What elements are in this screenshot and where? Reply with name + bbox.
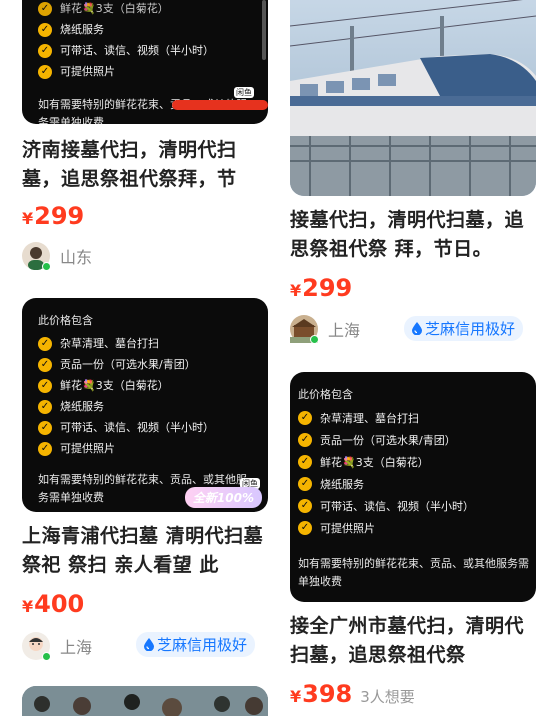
check-icon: ✓ [38, 357, 52, 372]
check-icon: ✓ [38, 1, 52, 16]
train-photo-graphic [290, 0, 536, 196]
listing-title[interactable]: 接墓代扫，清明代扫墓，追思祭祖代祭 拜，节日。 [290, 206, 536, 264]
avatar [290, 315, 319, 344]
sesame-credit-icon [412, 322, 422, 335]
avatar [22, 242, 51, 271]
check-icon: ✓ [298, 499, 312, 513]
check-icon: ✓ [38, 399, 52, 414]
listing-price: ¥ 400 [22, 590, 85, 618]
included-item: ✓ 鲜花💐3支（白菊花） [38, 0, 256, 19]
seller-info[interactable]: 上海 [22, 632, 93, 661]
red-scribble [172, 100, 268, 110]
seller-location: 上海 [328, 321, 361, 340]
listing-price: ¥ 299 [290, 274, 353, 302]
online-dot [310, 335, 319, 344]
service-note: 如有需要特别的鲜花花束、贡品、或其他服务需单独收费 [298, 557, 529, 588]
included-item: ✓ 可提供照片 [38, 61, 256, 82]
check-icon: ✓ [298, 477, 312, 491]
included-item: ✓ 贡品一份（可选水果/青团） [298, 429, 534, 451]
avatar [22, 632, 51, 661]
check-icon: ✓ [38, 441, 52, 456]
credit-badge: 芝麻信用极好 [404, 316, 524, 341]
listing-title[interactable]: 济南接墓代扫，清明代扫墓，追思祭祖代祭拜，节 [22, 136, 262, 194]
check-icon: ✓ [298, 521, 312, 535]
scroll-bar [262, 0, 266, 60]
seller-info[interactable]: 山东 [22, 242, 93, 271]
product-image[interactable]: ✓ 鲜花💐3支（白菊花） ✓ 烧纸服务 ✓ 可带话、读信、视频（半小时） ✓ 可提供照片… [22, 0, 268, 124]
included-item: ✓ 鲜花💐3支（白菊花） [38, 375, 256, 396]
included-item: ✓ 杂草清理、墓台打扫 [298, 407, 534, 429]
seller-location: 山东 [60, 248, 93, 267]
included-item: ✓ 可带话、读信、视频（半小时） [38, 40, 256, 61]
check-icon: ✓ [298, 433, 312, 447]
product-image[interactable] [22, 686, 268, 716]
listing-price: ¥ 299 [22, 202, 85, 230]
included-item: ✓ 杂草清理、墓台打扫 [38, 333, 256, 354]
included-item: ✓ 可提供照片 [38, 438, 256, 459]
product-image[interactable]: 此价格包含 ✓ 杂草清理、墓台打扫 ✓ 贡品一份（可选水果/青团） ✓ 鲜花💐3支（白… [290, 372, 536, 602]
online-dot [42, 652, 51, 661]
credit-badge: 芝麻信用极好 [136, 632, 256, 657]
check-icon: ✓ [38, 336, 52, 351]
included-item: ✓ 贡品一份（可选水果/青团） [38, 354, 256, 375]
listing-title[interactable]: 上海青浦代扫墓 清明代扫墓 祭祀 祭扫 亲人看望 此 [22, 522, 266, 580]
check-icon: ✓ [38, 64, 52, 79]
check-icon: ✓ [38, 22, 52, 37]
included-item: ✓ 烧纸服务 [298, 473, 534, 495]
product-image[interactable]: 此价格包含 ✓ 杂草清理、墓台打扫 ✓ 贡品一份（可选水果/青团） ✓ 鲜花💐3支（白… [22, 298, 268, 512]
included-item: ✓ 可带话、读信、视频（半小时） [38, 417, 256, 438]
check-icon: ✓ [38, 420, 52, 435]
seller-location: 上海 [60, 638, 93, 657]
sesame-credit-icon [144, 638, 154, 651]
included-item: ✓ 鲜花💐3支（白菊花） [298, 451, 534, 473]
check-icon: ✓ [38, 43, 52, 58]
check-icon: ✓ [298, 411, 312, 425]
new-condition-badge: 全新100% [184, 487, 262, 508]
check-icon: ✓ [298, 455, 312, 469]
photo-people-graphic [22, 686, 268, 716]
price-includes-header: 此价格包含 [298, 388, 353, 401]
seller-info[interactable]: 上海 [290, 315, 361, 344]
want-count: 3人想要 [360, 688, 415, 706]
included-item: ✓ 烧纸服务 [38, 396, 256, 417]
included-item: ✓ 烧纸服务 [38, 19, 256, 40]
listing-price: ¥ 398 3人想要 [290, 680, 415, 708]
xianyu-tag: 闲鱼 [234, 87, 254, 98]
price-includes-header: 此价格包含 [38, 314, 93, 327]
product-image[interactable] [290, 0, 536, 196]
online-dot [42, 262, 51, 271]
listing-title[interactable]: 接全广州市墓代扫，清明代扫墓，追思祭祖代祭 [290, 612, 536, 670]
included-item: ✓ 可带话、读信、视频（半小时） [298, 495, 534, 517]
included-item: ✓ 可提供照片 [298, 517, 534, 539]
check-icon: ✓ [38, 378, 52, 393]
